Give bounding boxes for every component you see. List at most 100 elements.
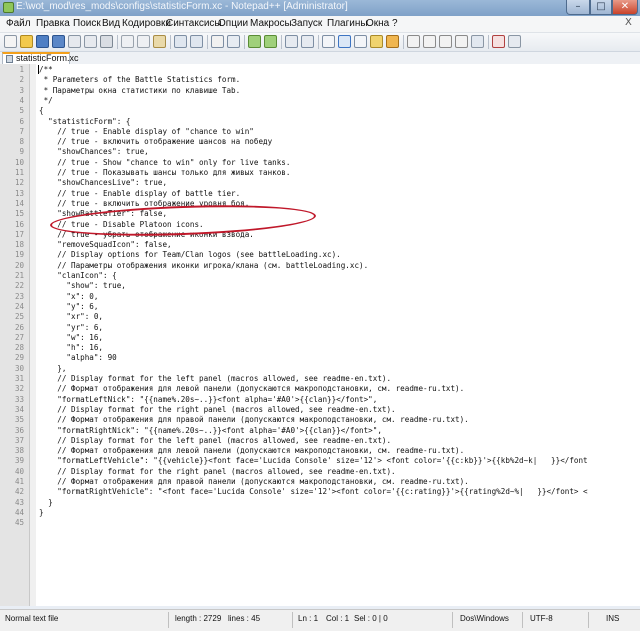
doc-map-icon[interactable] (386, 35, 399, 48)
menu-run[interactable]: Запуск (291, 18, 322, 29)
redo-icon[interactable] (190, 35, 203, 48)
close-all-icon[interactable] (84, 35, 97, 48)
word-wrap-icon[interactable] (322, 35, 335, 48)
menu-help[interactable]: ? (392, 18, 398, 29)
code-line[interactable]: "showChances": true, (39, 147, 148, 157)
code-line[interactable]: "x": 0, (39, 292, 98, 302)
menu-view[interactable]: Вид (102, 18, 120, 29)
save-icon[interactable] (36, 35, 49, 48)
maximize-button[interactable]: □ (590, 0, 612, 15)
menu-file[interactable]: Файл (6, 18, 31, 29)
line-number: 35 (14, 415, 24, 425)
run-macro-multiple-icon[interactable] (455, 35, 468, 48)
show-all-characters-icon[interactable] (338, 35, 351, 48)
sync-horizontal-icon[interactable] (301, 35, 314, 48)
code-line[interactable]: // Параметры отображения иконки игрока/к… (39, 261, 368, 271)
line-number: 45 (14, 518, 24, 528)
code-line[interactable]: // Display format for the right panel (m… (39, 467, 395, 477)
menu-window[interactable]: Окна (366, 18, 389, 29)
indent-guide-icon[interactable] (354, 35, 367, 48)
status-eol[interactable]: Dos\Windows (460, 614, 509, 623)
code-line[interactable]: "formatLeftNick": "{{name%.20s~..}}<font… (39, 395, 377, 405)
line-number: 24 (14, 301, 24, 311)
code-line[interactable]: // Формат отображения для левой панели (… (39, 446, 464, 456)
code-line[interactable]: } (39, 508, 44, 518)
tab-statisticform[interactable]: statisticForm.xc (2, 52, 79, 64)
save-all-icon[interactable] (52, 35, 65, 48)
code-line[interactable]: * Параметры окна статистики по клавише T… (39, 86, 241, 96)
replace-icon[interactable] (227, 35, 240, 48)
cut-icon[interactable] (121, 35, 134, 48)
zoom-out-icon[interactable] (264, 35, 277, 48)
paste-icon[interactable] (153, 35, 166, 48)
copy-icon[interactable] (137, 35, 150, 48)
record-macro-icon[interactable] (407, 35, 420, 48)
code-line[interactable]: // Display options for Team/Clan logos (… (39, 250, 340, 260)
menu-macro[interactable]: Макросы (250, 18, 292, 29)
find-icon[interactable] (211, 35, 224, 48)
code-line[interactable]: "y": 6, (39, 302, 98, 312)
line-number: 25 (14, 312, 24, 322)
code-line[interactable]: "showChancesLive": true, (39, 178, 167, 188)
line-number: 7 (19, 126, 24, 136)
menu-settings[interactable]: Опции (218, 18, 248, 29)
code-line[interactable]: "h": 16, (39, 343, 103, 353)
status-length: length : 2729 (175, 614, 222, 623)
code-area[interactable]: /** * Parameters of the Battle Statistic… (36, 64, 640, 606)
code-line[interactable]: "yr": 6, (39, 323, 103, 333)
close-button[interactable]: ✕ (612, 0, 638, 15)
plugin-icon[interactable] (508, 35, 521, 48)
code-line[interactable]: "alpha": 90 (39, 353, 116, 363)
code-line[interactable]: // true - включить отображение шансов на… (39, 137, 272, 147)
code-line[interactable]: /** (39, 65, 53, 75)
code-line[interactable]: // Формат отображения для правой панели … (39, 415, 468, 425)
close-file-icon[interactable] (68, 35, 81, 48)
stop-macro-icon[interactable] (423, 35, 436, 48)
code-line[interactable]: // Display format for the left panel (ma… (39, 374, 391, 384)
code-line[interactable]: // true - Enable display of battle tier. (39, 189, 240, 199)
code-line[interactable]: "show": true, (39, 281, 125, 291)
code-line[interactable]: // true - Показывать шансы только для жи… (39, 168, 290, 178)
menu-search[interactable]: Поиск (73, 18, 101, 29)
open-file-icon[interactable] (20, 35, 33, 48)
spell-check-icon[interactable] (492, 35, 505, 48)
code-line[interactable]: "statisticForm": { (39, 117, 130, 127)
zoom-in-icon[interactable] (248, 35, 261, 48)
menu-encoding[interactable]: Кодировки (122, 18, 171, 29)
code-line[interactable]: // Формат отображения для правой панели … (39, 477, 468, 487)
code-line[interactable]: // true - Enable display of "chance to w… (39, 127, 254, 137)
play-macro-icon[interactable] (439, 35, 452, 48)
undo-icon[interactable] (174, 35, 187, 48)
code-line[interactable]: * Parameters of the Battle Statistics fo… (39, 75, 241, 85)
code-line[interactable]: }, (39, 364, 66, 374)
code-line[interactable]: { (39, 106, 44, 116)
new-file-icon[interactable] (4, 35, 17, 48)
editor-area[interactable]: 1 2 3 4 5 6 7 8 9 10 11 12 13 14 15 16 17 18 19 20 21 22 23 24 2… (0, 64, 640, 606)
save-macro-icon[interactable] (471, 35, 484, 48)
line-number: 1 (19, 65, 24, 74)
menu-edit[interactable]: Правка (36, 18, 70, 29)
title-bar[interactable]: E:\wot_mod\res_mods\configs\statisticFor… (0, 0, 640, 16)
code-line[interactable]: "formatLeftVehicle": "{{vehicle}}<font f… (39, 456, 587, 466)
menu-language[interactable]: Синтаксисы (166, 18, 222, 29)
code-line[interactable]: // Display format for the right panel (m… (39, 405, 395, 415)
code-line[interactable]: "formatRightNick": "{{name%.20s~..}}<fon… (39, 426, 382, 436)
user-defined-language-icon[interactable] (370, 35, 383, 48)
code-line[interactable]: "xr": 0, (39, 312, 103, 322)
code-line[interactable]: // true - Show "chance to win" only for … (39, 158, 290, 168)
code-line[interactable]: // Формат отображения для левой панели (… (39, 384, 464, 394)
status-encoding[interactable]: UTF-8 (530, 614, 553, 623)
line-number: 39 (14, 456, 24, 466)
code-line[interactable]: } (39, 498, 53, 508)
code-line[interactable]: "formatRightVehicle": "<font face='Lucid… (39, 487, 587, 497)
minimize-button[interactable]: – (566, 0, 590, 15)
code-line[interactable]: "removeSquadIcon": false, (39, 240, 171, 250)
close-document-icon[interactable]: X (625, 17, 632, 28)
code-line[interactable]: // Display format for the left panel (ma… (39, 436, 391, 446)
code-line[interactable]: "clanIcon": { (39, 271, 116, 281)
print-icon[interactable] (100, 35, 113, 48)
code-line[interactable]: */ (39, 96, 53, 106)
sync-vertical-icon[interactable] (285, 35, 298, 48)
code-line[interactable]: "w": 16, (39, 333, 103, 343)
menu-plugins[interactable]: Плагины (327, 18, 368, 29)
